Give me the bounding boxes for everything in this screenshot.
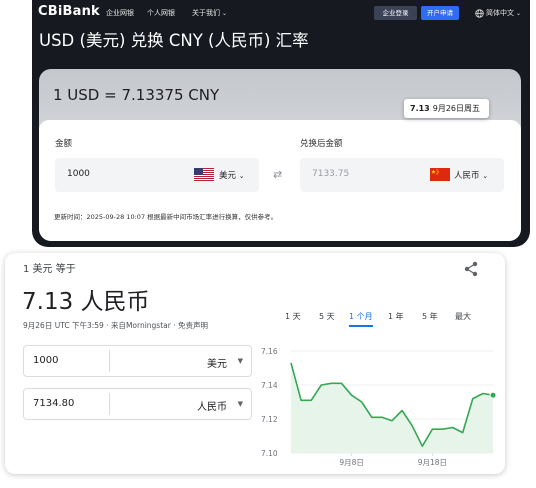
converted-amount-label: 兑换后金额 bbox=[300, 139, 343, 149]
source-amount-input[interactable]: 1000 美元 ▼ bbox=[23, 345, 252, 377]
globe-icon bbox=[475, 8, 484, 18]
range-tab-1d[interactable]: 1 天 bbox=[285, 311, 301, 322]
to-currency-label: 人民币 bbox=[454, 171, 480, 181]
dropdown-caret-icon[interactable]: ▼ bbox=[238, 400, 243, 408]
nav-link-about-label: 关于我们 bbox=[192, 9, 220, 17]
converted-amount-field: 7133.75 人民币 ⌄ bbox=[300, 158, 504, 192]
chevron-down-icon: ⌄ bbox=[482, 172, 489, 180]
y-tick-label: 7.12 bbox=[261, 415, 278, 424]
rate-panel: 1 USD = 7.13375 CNY 金额 1000 美元 ⌄ ⇄ 兑换后金额… bbox=[39, 69, 521, 241]
target-amount-value: 7134.80 bbox=[33, 398, 75, 409]
range-tab-max[interactable]: 最大 bbox=[455, 311, 471, 322]
x-tick-label: 9月8日 bbox=[339, 458, 364, 467]
divider bbox=[109, 393, 110, 415]
search-converter-card: 1 美元 等于 7.13 人民币 9月26日 UTC 下午3:59 · 来自Mo… bbox=[5, 253, 505, 474]
from-currency-label: 美元 bbox=[219, 171, 237, 181]
china-flag-icon bbox=[430, 168, 450, 181]
data-point-latest bbox=[489, 391, 497, 399]
from-currency-selector[interactable]: 美元 ⌄ bbox=[219, 169, 245, 181]
rate-subtitle: 1 美元 等于 bbox=[23, 264, 76, 275]
to-currency-selector[interactable]: 人民币 ⌄ bbox=[454, 169, 488, 181]
currency-converter-panel: CBiBank 企业网银 个人网银 关于我们 ⌄ 企业登录 开户申请 简体中文 ⌄… bbox=[32, 0, 530, 247]
target-amount-input[interactable]: 7134.80 人民币 ▼ bbox=[23, 388, 252, 420]
area-fill bbox=[291, 362, 493, 453]
chevron-down-icon: ⌄ bbox=[238, 172, 245, 180]
language-selector[interactable]: 简体中文 ⌄ bbox=[475, 8, 521, 18]
divider bbox=[109, 350, 110, 372]
enterprise-login-button[interactable]: 企业登录 bbox=[374, 6, 417, 20]
dropdown-caret-icon[interactable]: ▼ bbox=[238, 357, 243, 365]
source-currency-label[interactable]: 美元 bbox=[207, 355, 227, 370]
logo[interactable]: CBiBank bbox=[38, 4, 100, 19]
tooltip-value: 7.13 bbox=[410, 104, 430, 113]
swap-icon[interactable]: ⇄ bbox=[273, 168, 282, 181]
update-time-note: 更新时间：2025-09-28 10:07 根据最新中间市场汇率进行换算，仅供参… bbox=[54, 213, 278, 221]
source-amount-value: 1000 bbox=[33, 355, 59, 366]
us-flag-icon bbox=[194, 168, 214, 181]
y-tick-label: 7.14 bbox=[261, 381, 278, 390]
open-account-button[interactable]: 开户申请 bbox=[421, 6, 459, 20]
chart-tooltip: 7.13 9月26日周五 bbox=[404, 99, 489, 118]
page-title: USD (美元) 兑换 CNY (人民币) 汇率 bbox=[39, 31, 309, 50]
language-label: 简体中文 bbox=[486, 9, 514, 17]
exchange-rate-text: 1 USD = 7.13375 CNY bbox=[53, 86, 220, 104]
converter-form: 金额 1000 美元 ⌄ ⇄ 兑换后金额 7133.75 人民币 ⌄ 更新时间：… bbox=[39, 120, 521, 241]
rate-chart[interactable]: 7.16 7.14 7.12 7.10 9月8日 9月18日 bbox=[257, 342, 503, 472]
share-icon[interactable] bbox=[463, 261, 479, 277]
target-currency-label[interactable]: 人民币 bbox=[197, 398, 227, 413]
range-tab-1y[interactable]: 1 年 bbox=[388, 311, 404, 322]
nav-link-personal-banking[interactable]: 个人网银 bbox=[147, 8, 175, 18]
nav-link-about-us[interactable]: 关于我们 ⌄ bbox=[192, 8, 227, 18]
amount-label: 金额 bbox=[55, 139, 73, 149]
x-tick-label: 9月18日 bbox=[418, 458, 447, 467]
navbar: CBiBank 企业网银 个人网银 关于我们 ⌄ 企业登录 开户申请 简体中文 ⌄ bbox=[32, 0, 530, 26]
amount-input[interactable]: 1000 美元 ⌄ bbox=[55, 158, 259, 192]
nav-link-enterprise-banking[interactable]: 企业网银 bbox=[106, 8, 134, 18]
converted-amount-value: 7133.75 bbox=[312, 169, 350, 179]
y-tick-label: 7.10 bbox=[261, 449, 278, 458]
range-tab-1m[interactable]: 1 个月 bbox=[349, 311, 373, 327]
rate-source-meta: 9月26日 UTC 下午3:59 · 来自Morningstar · 免责声明 bbox=[23, 321, 208, 330]
chevron-down-icon: ⌄ bbox=[222, 10, 228, 17]
y-tick-label: 7.16 bbox=[261, 347, 278, 356]
range-tab-5y[interactable]: 5 年 bbox=[422, 311, 438, 322]
tooltip-date: 9月26日周五 bbox=[432, 104, 481, 113]
range-tab-5d[interactable]: 5 天 bbox=[319, 311, 335, 322]
amount-value: 1000 bbox=[67, 169, 90, 179]
chevron-down-icon: ⌄ bbox=[516, 9, 522, 17]
converted-rate: 7.13 人民币 bbox=[22, 289, 150, 315]
